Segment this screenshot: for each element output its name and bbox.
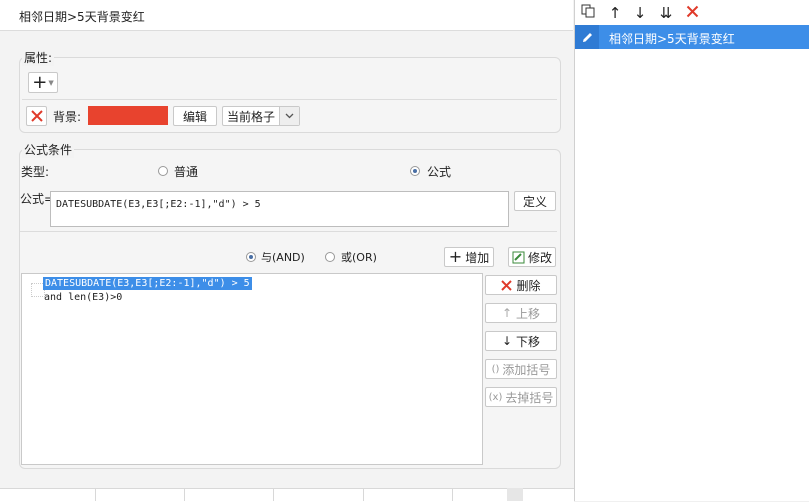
type-normal-label: 普通 bbox=[174, 165, 199, 179]
and-label: 与(AND) bbox=[261, 251, 305, 264]
and-radio[interactable] bbox=[246, 252, 256, 262]
add-condition-button[interactable]: + 增加 bbox=[444, 247, 494, 267]
background-color-swatch[interactable] bbox=[88, 106, 168, 125]
arrow-up-icon[interactable]: ↑ bbox=[606, 4, 624, 22]
modify-condition-label: 修改 bbox=[527, 250, 552, 265]
arrow-down-icon[interactable]: ↓ bbox=[631, 4, 649, 22]
grid-line bbox=[95, 488, 96, 501]
bracket-icon: () bbox=[491, 363, 500, 375]
arrow-down-icon: ↓ bbox=[501, 334, 513, 348]
remove-bracket-label: 去掉括号 bbox=[505, 390, 554, 405]
move-up-label: 上移 bbox=[516, 306, 541, 321]
arrow-up-icon: ↑ bbox=[501, 306, 513, 320]
close-icon bbox=[30, 110, 43, 122]
chevron-down-icon: ▼ bbox=[48, 78, 54, 87]
condition-list-item[interactable]: 相邻日期>5天背景变红 bbox=[575, 25, 809, 49]
edit-button[interactable]: 编辑 bbox=[173, 106, 217, 126]
panel-toolbar: ↑ ↓ ⇊ bbox=[575, 0, 809, 25]
dialog-title-bar: 相邻日期>5天背景变红 bbox=[0, 0, 573, 31]
formula-condition-label: 公式条件 bbox=[22, 141, 75, 158]
or-label: 或(OR) bbox=[341, 251, 377, 264]
close-icon bbox=[501, 279, 513, 291]
delete-condition-button[interactable]: 删除 bbox=[485, 275, 557, 295]
move-up-button[interactable]: ↑ 上移 bbox=[485, 303, 557, 323]
plus-icon: + bbox=[448, 247, 463, 266]
scope-select[interactable]: 当前格子 bbox=[222, 106, 300, 126]
grid-line bbox=[363, 488, 364, 501]
condition-attribute-dialog: 相邻日期>5天背景变红 属性: + ▼ 背景: 编辑 当前格子 公式条件 类型:… bbox=[0, 0, 575, 502]
type-formula-label: 公式 bbox=[427, 165, 452, 179]
grid-line bbox=[452, 488, 453, 501]
condition-item[interactable]: DATESUBDATE(E3,E3[;E2:-1],"d") > 5 bbox=[43, 277, 252, 290]
copy-icon[interactable] bbox=[579, 4, 597, 22]
scrollbar-corner bbox=[507, 488, 523, 501]
condition-list-item-label: 相邻日期>5天背景变红 bbox=[609, 32, 735, 46]
condition-list[interactable]: DATESUBDATE(E3,E3[;E2:-1],"d") > 5 and l… bbox=[21, 273, 483, 465]
move-down-button[interactable]: ↓ 下移 bbox=[485, 331, 557, 351]
remove-bracket-icon: (x) bbox=[488, 391, 503, 403]
grid-line bbox=[273, 488, 274, 501]
condition-item[interactable]: and len(E3)>0 bbox=[44, 291, 122, 304]
background-label: 背景: bbox=[53, 110, 82, 124]
dialog-title: 相邻日期>5天背景变红 bbox=[19, 10, 145, 24]
type-label: 类型: bbox=[21, 165, 50, 179]
add-bracket-button[interactable]: () 添加括号 bbox=[485, 359, 557, 379]
sheet-grid-peek bbox=[0, 488, 574, 502]
delete-condition-label: 删除 bbox=[516, 278, 541, 293]
add-condition-label: 增加 bbox=[465, 250, 490, 265]
move-bottom-icon[interactable]: ⇊ bbox=[657, 4, 675, 22]
formula-input-value: DATESUBDATE(E3,E3[;E2:-1],"d") > 5 bbox=[56, 199, 261, 210]
add-bracket-label: 添加括号 bbox=[502, 362, 551, 377]
edit-pencil-icon bbox=[575, 25, 599, 49]
modify-icon bbox=[512, 251, 525, 263]
modify-condition-button[interactable]: 修改 bbox=[508, 247, 556, 267]
or-radio[interactable] bbox=[325, 252, 335, 262]
condition-list-panel: ↑ ↓ ⇊ 相邻日期>5天背景变红 bbox=[575, 0, 809, 501]
delete-icon[interactable] bbox=[683, 4, 701, 22]
type-normal-radio[interactable] bbox=[158, 166, 168, 176]
formula-label: 公式= bbox=[20, 192, 55, 206]
remove-property-button[interactable] bbox=[26, 106, 47, 126]
add-property-dropdown[interactable]: + ▼ bbox=[28, 72, 58, 93]
divider bbox=[20, 231, 557, 232]
move-down-label: 下移 bbox=[516, 334, 541, 349]
define-button[interactable]: 定义 bbox=[514, 191, 556, 211]
chevron-down-icon bbox=[279, 107, 299, 125]
properties-group-label: 属性: bbox=[22, 49, 55, 66]
formula-input[interactable]: DATESUBDATE(E3,E3[;E2:-1],"d") > 5 bbox=[50, 191, 509, 227]
grid-line bbox=[184, 488, 185, 501]
remove-bracket-button[interactable]: (x) 去掉括号 bbox=[485, 387, 557, 407]
type-formula-radio[interactable] bbox=[410, 166, 420, 176]
scope-select-value: 当前格子 bbox=[227, 109, 276, 124]
plus-icon: + bbox=[32, 71, 48, 93]
